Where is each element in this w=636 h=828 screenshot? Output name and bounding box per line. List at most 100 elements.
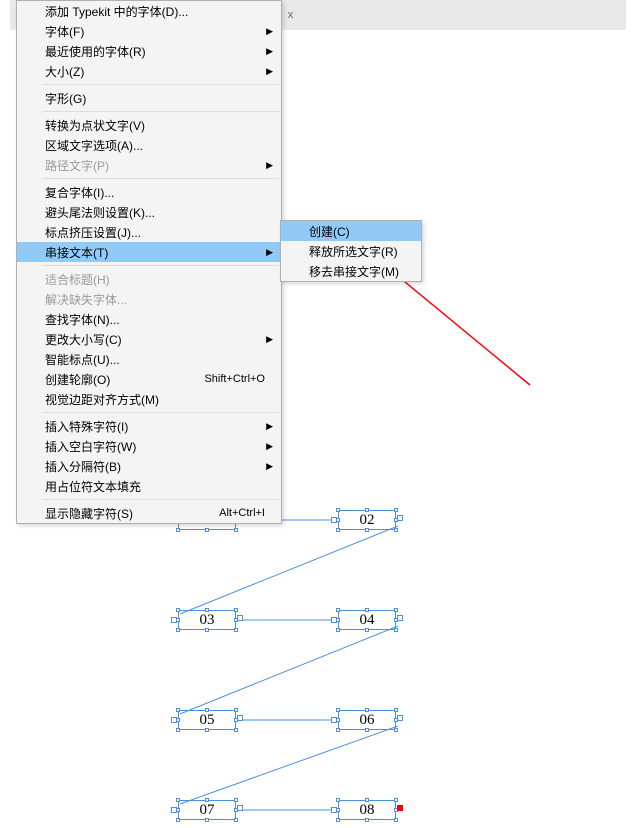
- menu-kumi-rules[interactable]: 避头尾法则设置(K)...: [17, 202, 281, 222]
- out-port-icon: [237, 615, 243, 621]
- handle-icon: [234, 708, 238, 712]
- frame-label: 06: [360, 712, 375, 729]
- menu-recent-fonts[interactable]: 最近使用的字体(R) ▶: [17, 41, 281, 61]
- menu-add-typekit[interactable]: 添加 Typekit 中的字体(D)...: [17, 1, 281, 21]
- handle-icon: [336, 728, 340, 732]
- handle-icon: [365, 528, 369, 532]
- menu-label: 大小(Z): [45, 63, 84, 80]
- menu-shortcut: Shift+Ctrl+O: [204, 373, 265, 385]
- handle-icon: [234, 818, 238, 822]
- handle-icon: [394, 528, 398, 532]
- menu-path-type: 路径文字(P)▶: [17, 155, 281, 175]
- handle-icon: [336, 528, 340, 532]
- handle-icon: [336, 798, 340, 802]
- menu-separator: [43, 412, 279, 413]
- menu-label: 字形(G): [45, 90, 86, 107]
- menu-label: 最近使用的字体(R): [45, 43, 146, 60]
- handle-icon: [176, 798, 180, 802]
- text-frame-05[interactable]: 05: [178, 710, 236, 730]
- chevron-right-icon: ▶: [266, 46, 273, 57]
- out-port-icon: [397, 715, 403, 721]
- threaded-text-diagram: 01 02 03 04 05 06: [174, 508, 406, 820]
- menu-insert-break[interactable]: 插入分隔符(B)▶: [17, 456, 281, 476]
- menu-size[interactable]: 大小(Z)▶: [17, 61, 281, 81]
- menu-label: 转换为点状文字(V): [45, 117, 145, 134]
- menu-resolve-missing: 解决缺失字体...: [17, 289, 281, 309]
- text-frame-08[interactable]: 08: [338, 800, 396, 820]
- frame-label: 05: [200, 712, 215, 729]
- handle-icon: [205, 528, 209, 532]
- close-icon[interactable]: x: [280, 8, 294, 22]
- menu-margin-align[interactable]: 视觉边距对齐方式(M): [17, 389, 281, 409]
- handle-icon: [394, 628, 398, 632]
- menu-separator: [43, 265, 279, 266]
- menu-find-font[interactable]: 查找字体(N)...: [17, 309, 281, 329]
- chevron-right-icon: ▶: [266, 421, 273, 432]
- menu-label: 路径文字(P): [45, 157, 109, 174]
- menu-change-case[interactable]: 更改大小写(C) ▶: [17, 329, 281, 349]
- menu-mojikumi[interactable]: 标点挤压设置(J)...: [17, 222, 281, 242]
- text-frame-03[interactable]: 03: [178, 610, 236, 630]
- menu-separator: [43, 84, 279, 85]
- text-frame-02[interactable]: 02: [338, 510, 396, 530]
- handle-icon: [176, 608, 180, 612]
- handle-icon: [365, 508, 369, 512]
- menu-fill-placeholder[interactable]: 用占位符文本填充: [17, 476, 281, 496]
- menu-label: 智能标点(U)...: [45, 351, 120, 368]
- menu-font[interactable]: 字体(F)▶: [17, 21, 281, 41]
- menu-label: 插入分隔符(B): [45, 458, 121, 475]
- chevron-right-icon: ▶: [266, 334, 273, 345]
- handle-icon: [176, 708, 180, 712]
- handle-icon: [336, 608, 340, 612]
- submenu-remove-thread[interactable]: 移去串接文字(M): [281, 261, 421, 281]
- menu-create-outlines[interactable]: 创建轮廓(O)Shift+Ctrl+O: [17, 369, 281, 389]
- handle-icon: [205, 798, 209, 802]
- frame-label: 02: [360, 512, 375, 529]
- handle-icon: [205, 728, 209, 732]
- handle-icon: [365, 708, 369, 712]
- thread-lines: [174, 508, 406, 820]
- menu-label: 插入空白字符(W): [45, 438, 136, 455]
- in-port-icon: [331, 617, 337, 623]
- handle-icon: [394, 728, 398, 732]
- out-port-icon: [237, 805, 243, 811]
- menu-label: 用占位符文本填充: [45, 478, 141, 495]
- chevron-right-icon: ▶: [266, 441, 273, 452]
- menu-label: 避头尾法则设置(K)...: [45, 204, 155, 221]
- text-frame-07[interactable]: 07: [178, 800, 236, 820]
- menu-label: 更改大小写(C): [45, 331, 122, 348]
- menu-glyphs[interactable]: 字形(G): [17, 88, 281, 108]
- menu-smart-punct[interactable]: 智能标点(U)...: [17, 349, 281, 369]
- menu-label: 移去串接文字(M): [309, 263, 399, 280]
- chevron-right-icon: ▶: [266, 26, 273, 37]
- menu-thread-text[interactable]: 串接文本(T) ▶: [17, 242, 281, 262]
- handle-icon: [176, 728, 180, 732]
- menu-composite-font[interactable]: 复合字体(I)...: [17, 182, 281, 202]
- handle-icon: [365, 628, 369, 632]
- menu-label: 串接文本(T): [45, 244, 108, 261]
- handle-icon: [394, 708, 398, 712]
- handle-icon: [336, 708, 340, 712]
- frame-label: 03: [200, 612, 215, 629]
- submenu-create[interactable]: 创建(C): [281, 221, 421, 241]
- menu-insert-special[interactable]: 插入特殊字符(I)▶: [17, 416, 281, 436]
- handle-icon: [176, 818, 180, 822]
- text-frame-04[interactable]: 04: [338, 610, 396, 630]
- handle-icon: [234, 608, 238, 612]
- menu-label: 复合字体(I)...: [45, 184, 114, 201]
- handle-icon: [394, 508, 398, 512]
- text-frame-06[interactable]: 06: [338, 710, 396, 730]
- menu-label: 解决缺失字体...: [45, 291, 127, 308]
- chevron-right-icon: ▶: [266, 247, 273, 258]
- out-port-icon: [397, 615, 403, 621]
- submenu-release[interactable]: 释放所选文字(R): [281, 241, 421, 261]
- menu-separator: [43, 178, 279, 179]
- menu-insert-whitespace[interactable]: 插入空白字符(W) ▶: [17, 436, 281, 456]
- handle-icon: [176, 528, 180, 532]
- handle-icon: [234, 728, 238, 732]
- menu-to-point-type[interactable]: 转换为点状文字(V): [17, 115, 281, 135]
- menu-show-hidden[interactable]: 显示隐藏字符(S)Alt+Ctrl+I: [17, 503, 281, 523]
- handle-icon: [365, 608, 369, 612]
- menu-area-options[interactable]: 区域文字选项(A)...: [17, 135, 281, 155]
- menu-separator: [43, 499, 279, 500]
